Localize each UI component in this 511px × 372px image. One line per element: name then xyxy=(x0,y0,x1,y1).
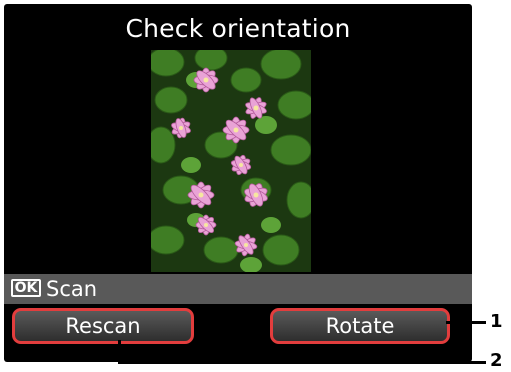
scan-preview-image xyxy=(151,50,311,272)
callout-line-1 xyxy=(446,321,486,324)
ok-status-bar: OK Scan xyxy=(4,274,472,304)
callout-number-1: 1 xyxy=(490,311,503,332)
callout-line-2-horizontal xyxy=(118,361,486,364)
ok-action-label: Scan xyxy=(46,277,98,301)
screen-title: Check orientation xyxy=(125,14,351,43)
lcd-screen: Check orientation OK Scan Rescan Rotate xyxy=(4,4,472,362)
callout-number-2: 2 xyxy=(490,350,503,371)
rotate-button[interactable]: Rotate xyxy=(270,308,450,344)
rescan-button[interactable]: Rescan xyxy=(12,308,194,344)
ok-button-icon: OK xyxy=(11,279,41,297)
